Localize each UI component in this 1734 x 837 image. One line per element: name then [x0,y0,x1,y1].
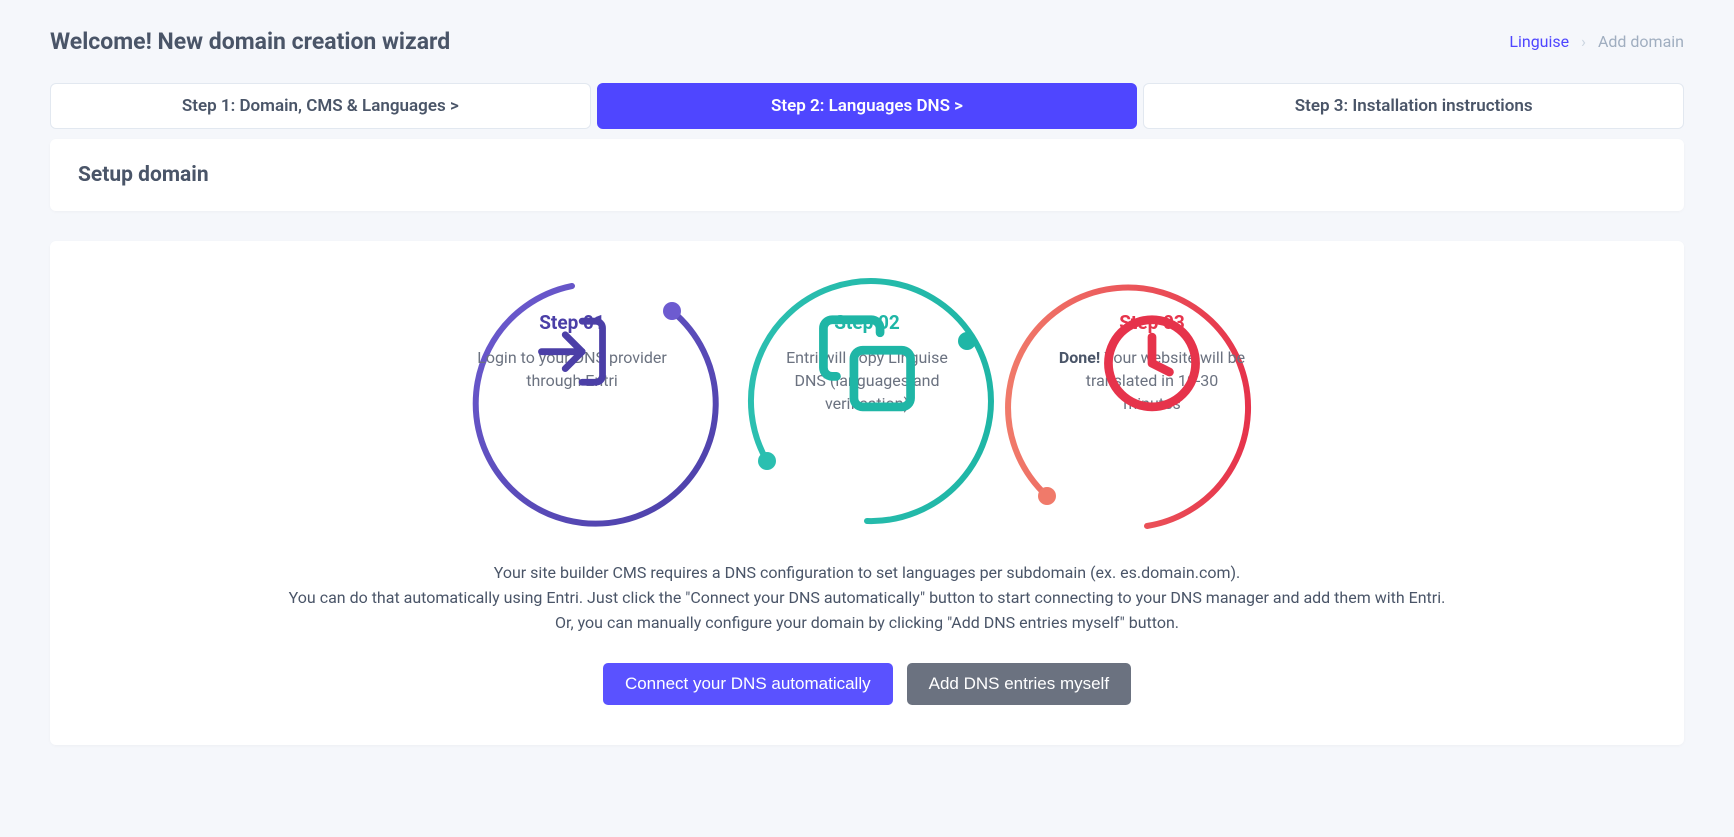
tab-step1[interactable]: Step 1: Domain, CMS & Languages > [50,83,591,129]
setup-domain-panel: Setup domain [50,139,1684,211]
connect-dns-button[interactable]: Connect your DNS automatically [603,663,893,705]
wizard-tabs: Step 1: Domain, CMS & Languages > Step 2… [50,83,1684,129]
add-dns-manual-button[interactable]: Add DNS entries myself [907,663,1131,705]
step-block-3: Step 03 Done! Your website will be trans… [1057,311,1247,416]
panel-title: Setup domain [78,163,1656,187]
info-line1: Your site builder CMS requires a DNS con… [217,561,1517,586]
info-text: Your site builder CMS requires a DNS con… [217,561,1517,635]
dns-instruction-card: Step 01 Login to your DNS provider throu… [50,241,1684,745]
chevron-right-icon: › [1581,32,1586,51]
steps-diagram: Step 01 Login to your DNS provider throu… [447,271,1287,541]
clock-icon [1057,311,1247,416]
info-line2: You can do that automatically using Entr… [217,586,1517,611]
copy-icon [772,311,962,416]
button-row: Connect your DNS automatically Add DNS e… [80,663,1654,705]
info-line3: Or, you can manually configure your doma… [217,611,1517,636]
breadcrumb: Linguise › Add domain [1509,32,1684,51]
breadcrumb-link-linguise[interactable]: Linguise [1509,32,1569,51]
tab-step2[interactable]: Step 2: Languages DNS > [597,83,1138,129]
tab-step3[interactable]: Step 3: Installation instructions [1143,83,1684,129]
login-icon [477,311,667,392]
breadcrumb-current: Add domain [1598,32,1684,51]
step-block-1: Step 01 Login to your DNS provider throu… [477,311,667,392]
page-title: Welcome! New domain creation wizard [50,28,450,55]
step-block-2: Step 02 Entri will copy Linguise DNS (la… [772,311,962,416]
